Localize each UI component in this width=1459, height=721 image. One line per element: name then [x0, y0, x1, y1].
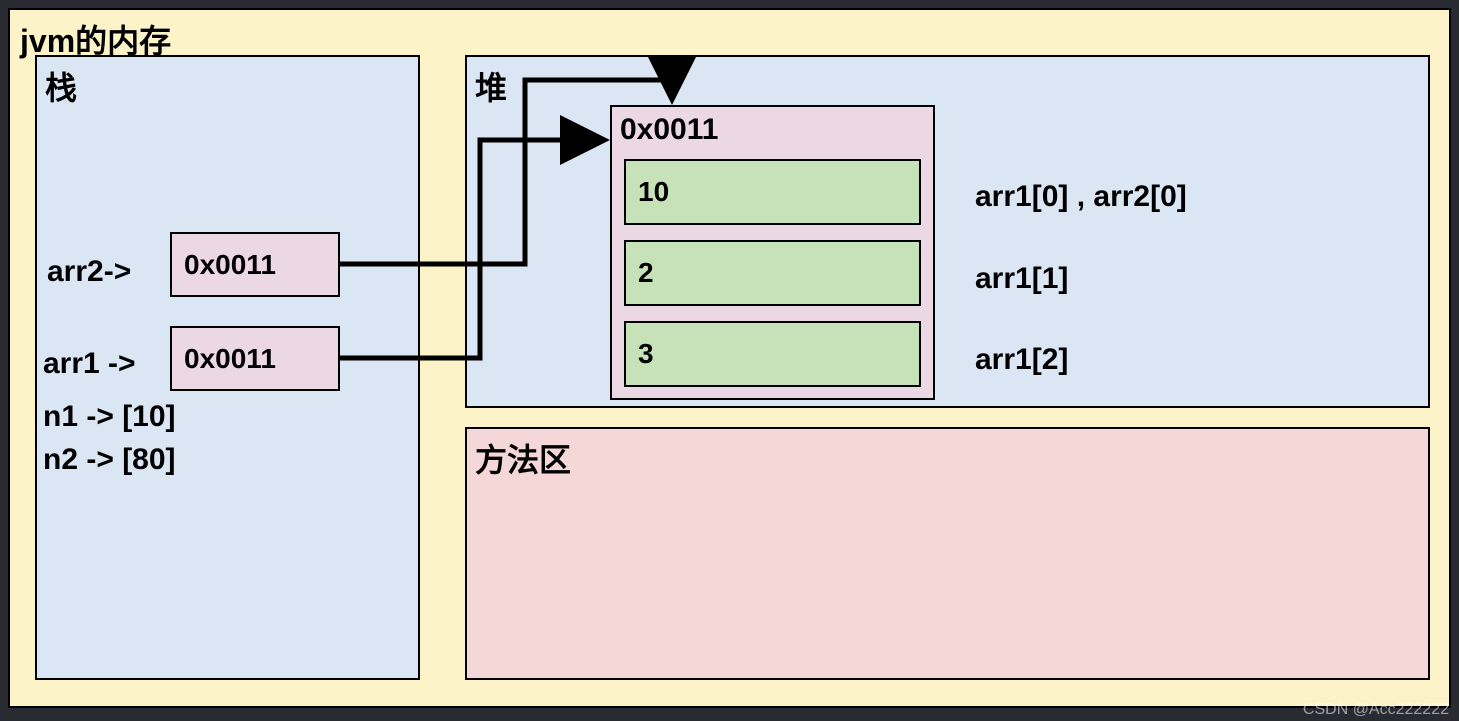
heap-title: 堆: [475, 63, 507, 109]
array-cell-1: 2: [624, 240, 921, 306]
arr2-ref-value: 0x0011: [184, 249, 276, 281]
n2-label: n2 -> [80]: [43, 443, 176, 477]
arr1-ref-value: 0x0011: [184, 343, 276, 375]
heap-object: 0x0011 10 2 3: [610, 105, 935, 400]
heap-object-address: 0x0011: [620, 113, 718, 147]
array-cell-0: 10: [624, 159, 921, 225]
method-area-title: 方法区: [475, 435, 571, 481]
array-cell-2: 3: [624, 321, 921, 387]
n1-label: n1 -> [10]: [43, 400, 176, 434]
annotation-index-0: arr1[0] , arr2[0]: [975, 180, 1187, 214]
arr1-ref-box: 0x0011: [170, 326, 340, 391]
watermark: CSDN @Acc222222: [1303, 701, 1449, 719]
arr1-label: arr1 ->: [43, 347, 136, 381]
method-area-region: 方法区: [465, 427, 1430, 680]
stack-title: 栈: [45, 63, 77, 109]
arr2-label: arr2->: [47, 255, 131, 289]
arr2-ref-box: 0x0011: [170, 232, 340, 297]
annotation-index-2: arr1[2]: [975, 343, 1068, 377]
annotation-index-1: arr1[1]: [975, 262, 1068, 296]
